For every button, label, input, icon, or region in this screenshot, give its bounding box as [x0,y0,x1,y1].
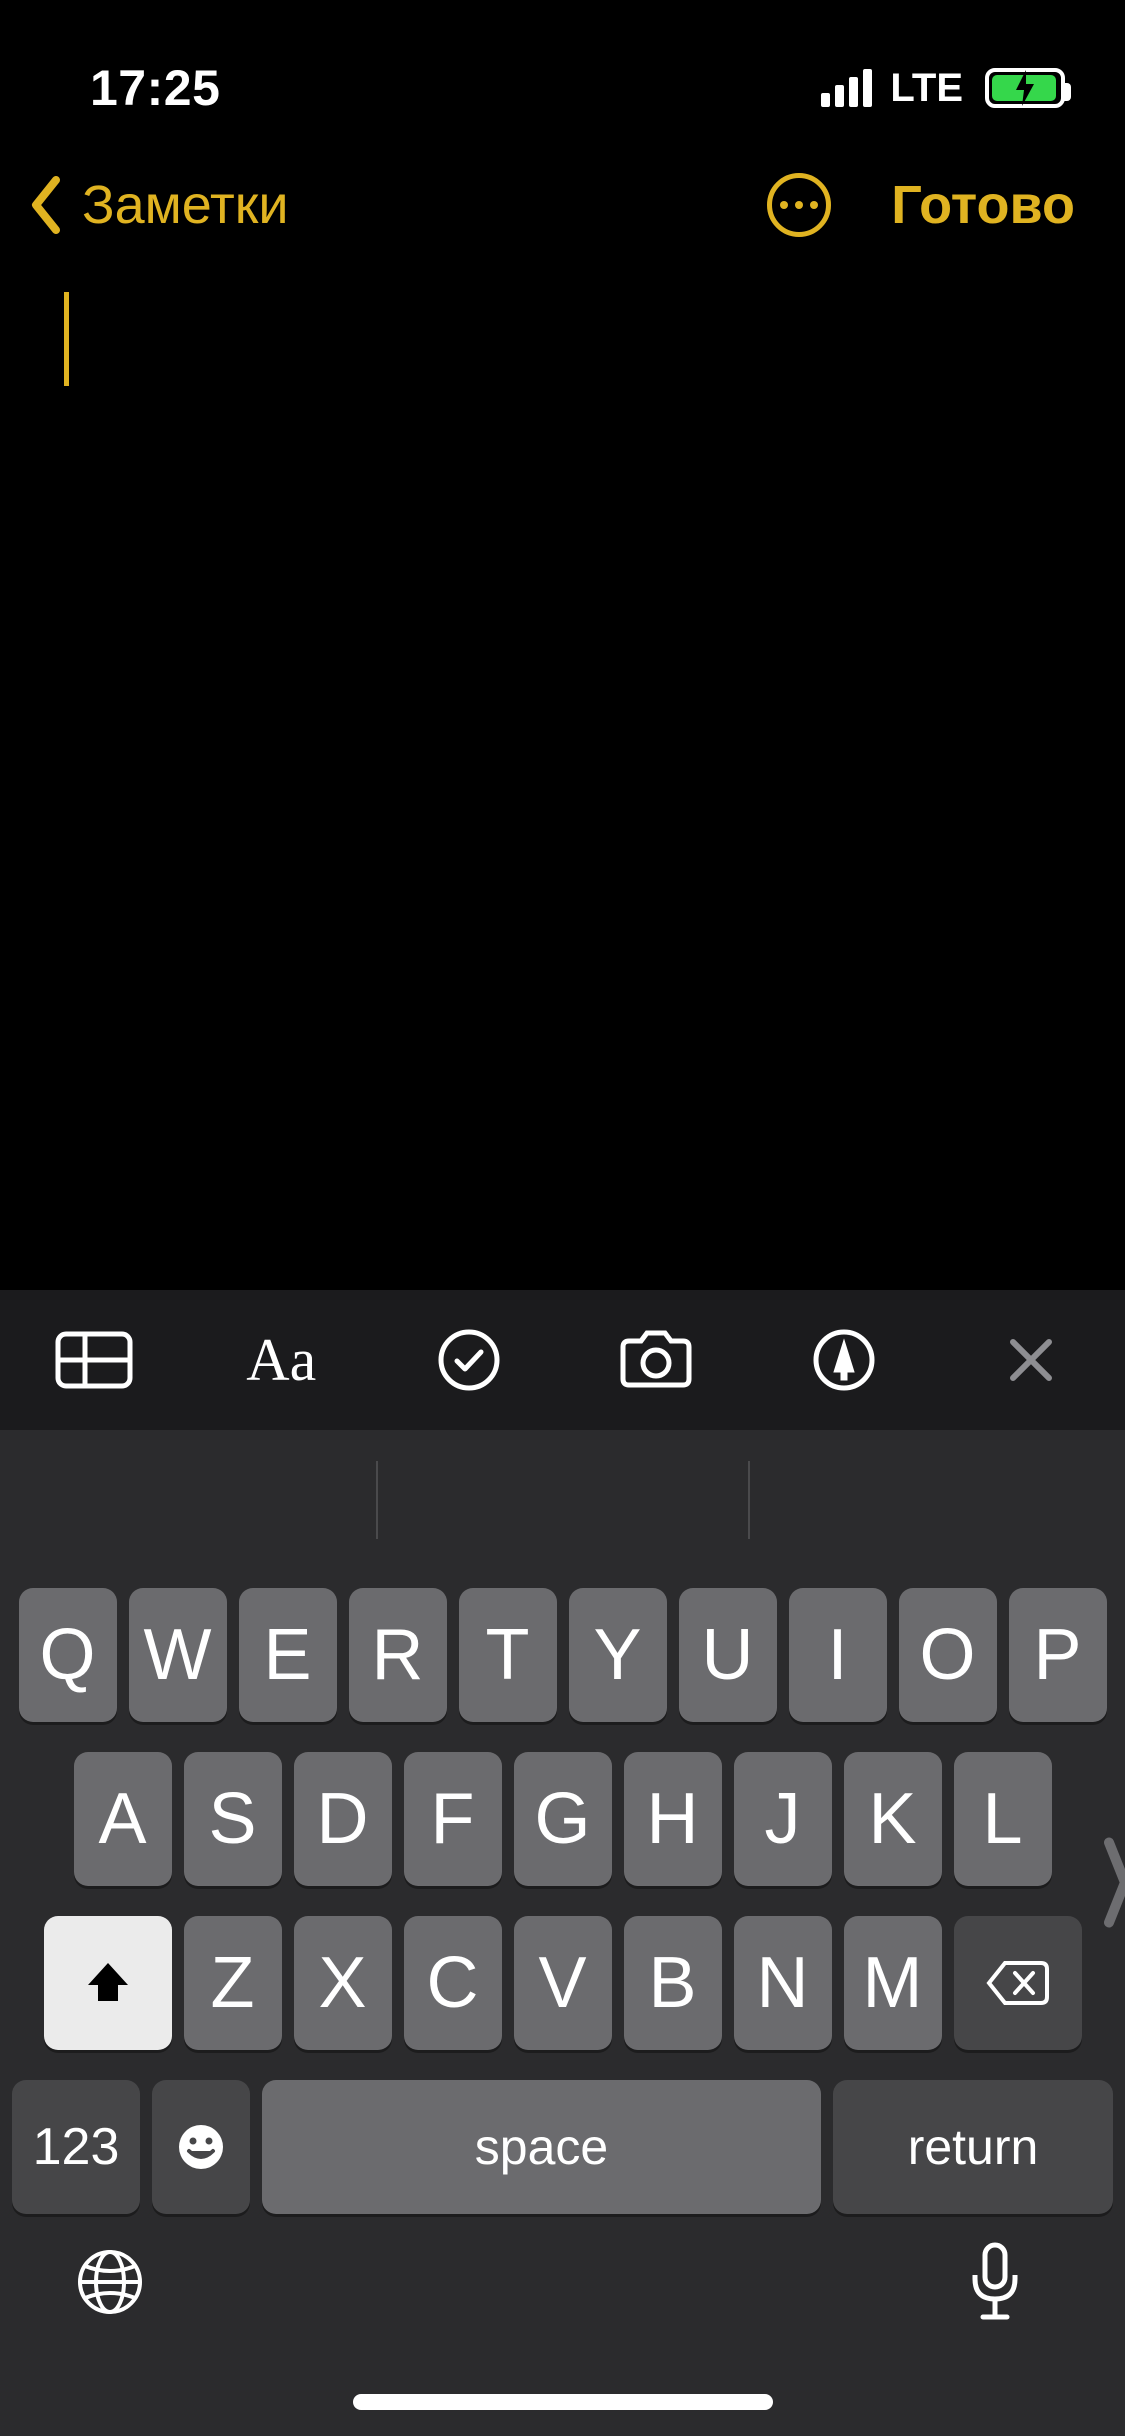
status-bar: 17:25 LTE [0,0,1125,140]
back-label: Заметки [82,174,289,236]
key-w[interactable]: W [129,1588,227,1722]
key-row-1: Q W E R T Y U I O P [10,1588,1115,1722]
pen-circle-icon [812,1328,876,1392]
note-editor[interactable] [0,270,1125,1290]
key-s[interactable]: S [184,1752,282,1886]
keyboard: Q W E R T Y U I O P A S D F G H J K L [0,1430,1125,2436]
return-key[interactable]: return [833,2080,1113,2214]
key-x[interactable]: X [294,1916,392,2050]
table-icon [55,1331,133,1389]
prediction-separator [376,1461,378,1539]
key-h[interactable]: H [624,1752,722,1886]
status-time: 17:25 [90,59,220,117]
shift-icon [82,1957,134,2009]
format-toolbar: Aa [0,1290,1125,1430]
key-e[interactable]: E [239,1588,337,1722]
chevron-left-icon [20,170,70,240]
prediction-separator [748,1461,750,1539]
key-row-4: 123 space return [10,2080,1115,2214]
key-f[interactable]: F [404,1752,502,1886]
key-row-3: Z X C V B N M [10,1916,1115,2050]
shift-key[interactable] [44,1916,172,2050]
key-k[interactable]: K [844,1752,942,1886]
key-j[interactable]: J [734,1752,832,1886]
key-u[interactable]: U [679,1588,777,1722]
globe-key[interactable] [70,2242,150,2322]
key-m[interactable]: M [844,1916,942,2050]
key-q[interactable]: Q [19,1588,117,1722]
home-indicator[interactable] [353,2394,773,2410]
key-n[interactable]: N [734,1916,832,2050]
key-y[interactable]: Y [569,1588,667,1722]
globe-icon [74,2246,146,2318]
back-button[interactable]: Заметки [20,170,289,240]
key-o[interactable]: O [899,1588,997,1722]
numbers-key[interactable]: 123 [12,2080,140,2214]
space-key[interactable]: space [262,2080,821,2214]
navigation-bar: Заметки Готово [0,140,1125,270]
key-l[interactable]: L [954,1752,1052,1886]
checkmark-circle-icon [437,1328,501,1392]
emoji-key[interactable] [152,2080,250,2214]
close-toolbar-button[interactable] [938,1290,1125,1430]
key-v[interactable]: V [514,1916,612,2050]
text-format-button[interactable]: Aa [188,1290,376,1430]
prediction-bar[interactable] [0,1430,1125,1570]
key-row-2: A S D F G H J K L [10,1752,1115,1886]
camera-button[interactable] [563,1290,751,1430]
status-right: LTE [821,66,1065,111]
checklist-button[interactable] [375,1290,563,1430]
network-label: LTE [890,66,963,111]
delete-key[interactable] [954,1916,1082,2050]
dot-icon [780,201,788,209]
text-cursor [64,292,69,386]
table-button[interactable] [0,1290,188,1430]
aa-icon: Aa [246,1326,316,1395]
key-p[interactable]: P [1009,1588,1107,1722]
key-g[interactable]: G [514,1752,612,1886]
key-z[interactable]: Z [184,1916,282,2050]
key-c[interactable]: C [404,1916,502,2050]
key-r[interactable]: R [349,1588,447,1722]
key-d[interactable]: D [294,1752,392,1886]
camera-icon [617,1329,695,1391]
close-icon [1005,1334,1057,1386]
dot-icon [795,201,803,209]
dictation-key[interactable] [955,2242,1035,2322]
cellular-signal-icon [821,69,872,107]
dot-icon [810,201,818,209]
key-i[interactable]: I [789,1588,887,1722]
key-t[interactable]: T [459,1588,557,1722]
microphone-icon [967,2241,1023,2323]
keyboard-swipe-handle[interactable] [1103,1833,1125,1952]
keyboard-dock [0,2214,1125,2414]
key-a[interactable]: A [74,1752,172,1886]
backspace-icon [985,1959,1051,2007]
markup-button[interactable] [750,1290,938,1430]
done-button[interactable]: Готово [891,174,1075,236]
charging-bolt-icon [1012,70,1038,106]
more-options-button[interactable] [767,173,831,237]
battery-icon [985,68,1065,108]
key-b[interactable]: B [624,1916,722,2050]
emoji-icon [175,2121,227,2173]
